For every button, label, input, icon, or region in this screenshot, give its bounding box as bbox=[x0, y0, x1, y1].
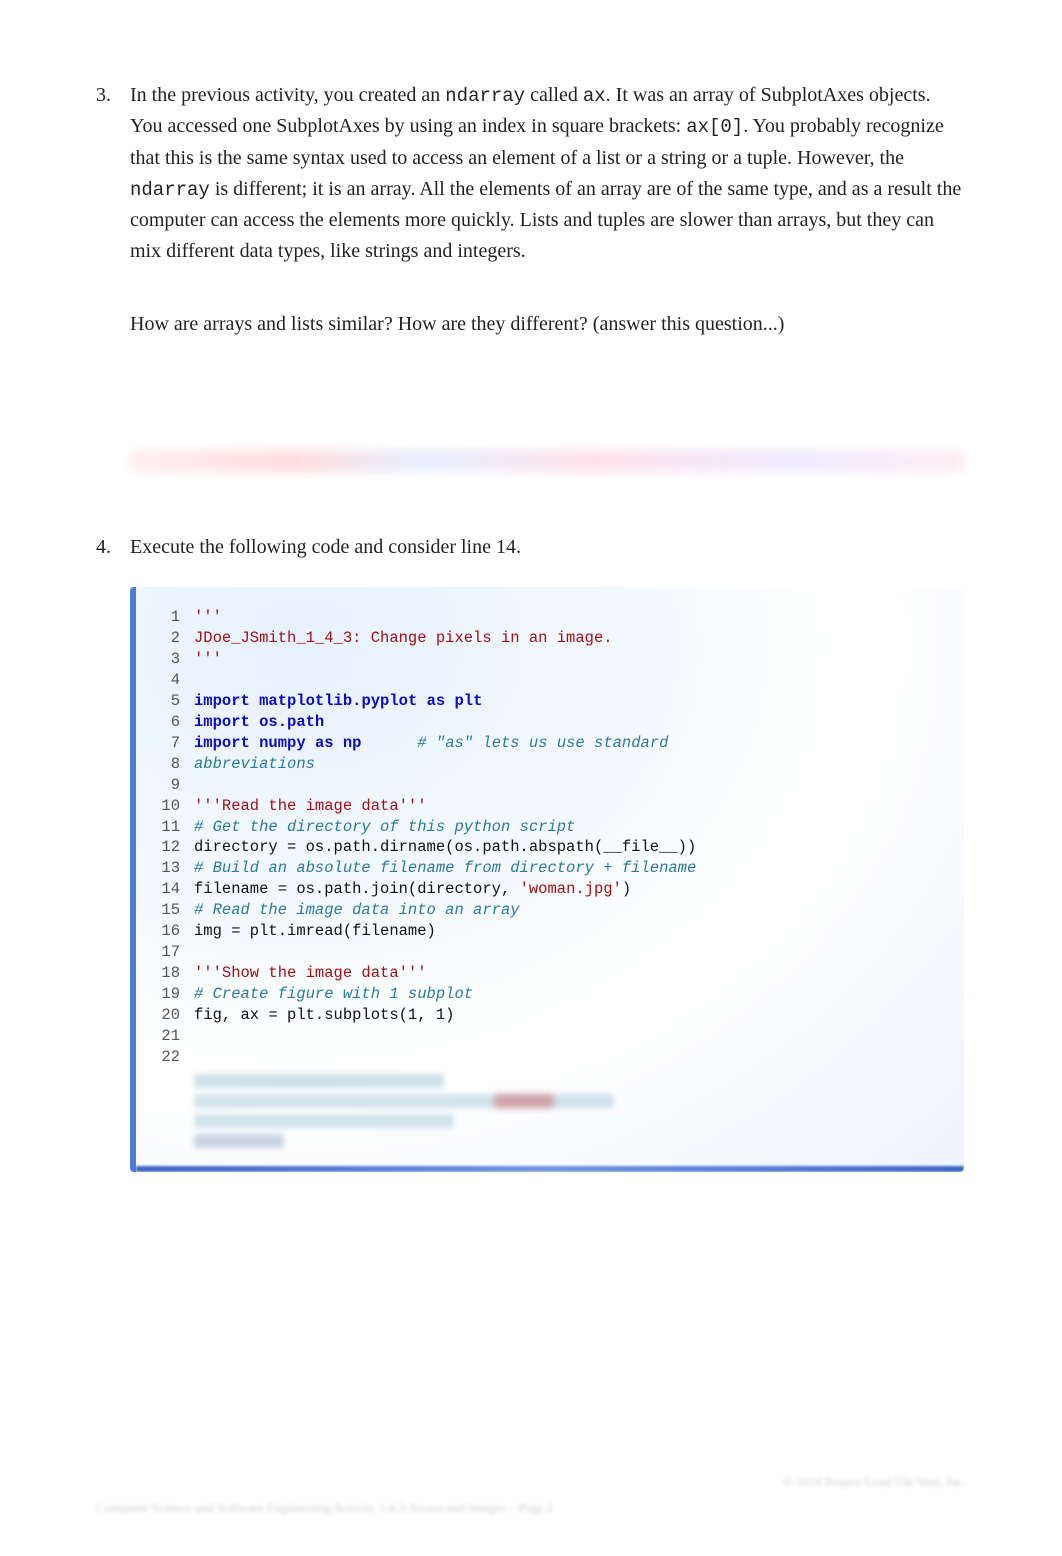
code-ndarray-1: ndarray bbox=[445, 85, 525, 107]
line-number: 20 bbox=[146, 1005, 180, 1026]
code-line: # Read the image data into an array bbox=[194, 900, 952, 921]
line-number: 7 bbox=[146, 733, 180, 754]
line-number: 15 bbox=[146, 900, 180, 921]
line-number: 22 bbox=[146, 1047, 180, 1068]
code-line bbox=[194, 670, 952, 691]
line-number: 6 bbox=[146, 712, 180, 733]
code-line bbox=[194, 1026, 952, 1047]
code-line: filename = os.path.join(directory, 'woma… bbox=[194, 879, 952, 900]
item-number-4: 4. bbox=[96, 532, 126, 563]
copyright-text: © 2014 Project Lead The Way, Inc. bbox=[96, 1474, 966, 1490]
code-ndarray-2: ndarray bbox=[130, 179, 210, 201]
line-number: 3 bbox=[146, 649, 180, 670]
code-line: import matplotlib.pyplot as plt bbox=[194, 691, 952, 712]
code-line: # Get the directory of this python scrip… bbox=[194, 817, 952, 838]
item3-text-frag5: is different; it is an array. All the el… bbox=[130, 178, 961, 262]
code-line: '''Read the image data''' bbox=[194, 796, 952, 817]
code-line: ''' bbox=[194, 649, 952, 670]
line-number: 16 bbox=[146, 921, 180, 942]
code-content: '''JDoe_JSmith_1_4_3: Change pixels in a… bbox=[194, 605, 952, 1067]
code-line: import os.path bbox=[194, 712, 952, 733]
line-number: 18 bbox=[146, 963, 180, 984]
line-number: 11 bbox=[146, 817, 180, 838]
item4-text: Execute the following code and consider … bbox=[130, 536, 521, 558]
redacted-line bbox=[194, 1074, 444, 1088]
line-number: 1 bbox=[146, 607, 180, 628]
redacted-strip bbox=[130, 450, 964, 472]
code-line bbox=[194, 775, 952, 796]
footer-line-text: Computer Science and Software Engineerin… bbox=[96, 1500, 966, 1516]
page-footer: © 2014 Project Lead The Way, Inc. Comput… bbox=[96, 1474, 966, 1516]
code-gutter: 12345678910111213141516171819202122 bbox=[146, 605, 194, 1067]
code-line: # Create figure with 1 subplot bbox=[194, 984, 952, 1005]
redacted-line bbox=[194, 1134, 284, 1148]
item-number-3: 3. bbox=[96, 80, 126, 111]
item-body-3: In the previous activity, you created an… bbox=[130, 80, 964, 472]
redacted-line bbox=[194, 1094, 614, 1108]
page: 3. In the previous activity, you created… bbox=[0, 0, 1062, 1556]
line-number: 12 bbox=[146, 837, 180, 858]
line-number: 14 bbox=[146, 879, 180, 900]
code-line: '''Show the image data''' bbox=[194, 963, 952, 984]
item3-question: How are arrays and lists similar? How ar… bbox=[130, 309, 964, 340]
code-line: # Build an absolute filename from direct… bbox=[194, 858, 952, 879]
list-item-3: 3. In the previous activity, you created… bbox=[96, 80, 966, 472]
code-line bbox=[194, 942, 952, 963]
code-line: fig, ax = plt.subplots(1, 1) bbox=[194, 1005, 952, 1026]
code-line: JDoe_JSmith_1_4_3: Change pixels in an i… bbox=[194, 628, 952, 649]
code-ax: ax bbox=[583, 85, 606, 107]
item3-text-frag1: In the previous activity, you created an bbox=[130, 84, 445, 106]
item-body-4: Execute the following code and consider … bbox=[130, 532, 964, 1171]
redacted-code-tail bbox=[146, 1074, 952, 1148]
code-line: directory = os.path.dirname(os.path.absp… bbox=[194, 837, 952, 858]
code-ax0: ax[0] bbox=[686, 116, 743, 138]
line-number: 10 bbox=[146, 796, 180, 817]
line-number: 19 bbox=[146, 984, 180, 1005]
code-line: abbreviations bbox=[194, 754, 952, 775]
line-number: 13 bbox=[146, 858, 180, 879]
line-number: 17 bbox=[146, 942, 180, 963]
line-number: 5 bbox=[146, 691, 180, 712]
line-number: 8 bbox=[146, 754, 180, 775]
line-number: 21 bbox=[146, 1026, 180, 1047]
list-item-4: 4. Execute the following code and consid… bbox=[96, 532, 966, 1171]
code-line: import numpy as np # "as" lets us use st… bbox=[194, 733, 952, 754]
code-line: img = plt.imread(filename) bbox=[194, 921, 952, 942]
redacted-line bbox=[194, 1114, 454, 1128]
code-block: 12345678910111213141516171819202122 '''J… bbox=[130, 587, 964, 1171]
code-line: ''' bbox=[194, 607, 952, 628]
line-number: 2 bbox=[146, 628, 180, 649]
code-line bbox=[194, 1047, 952, 1068]
line-number: 9 bbox=[146, 775, 180, 796]
item3-text-frag2: called bbox=[525, 84, 583, 106]
line-number: 4 bbox=[146, 670, 180, 691]
